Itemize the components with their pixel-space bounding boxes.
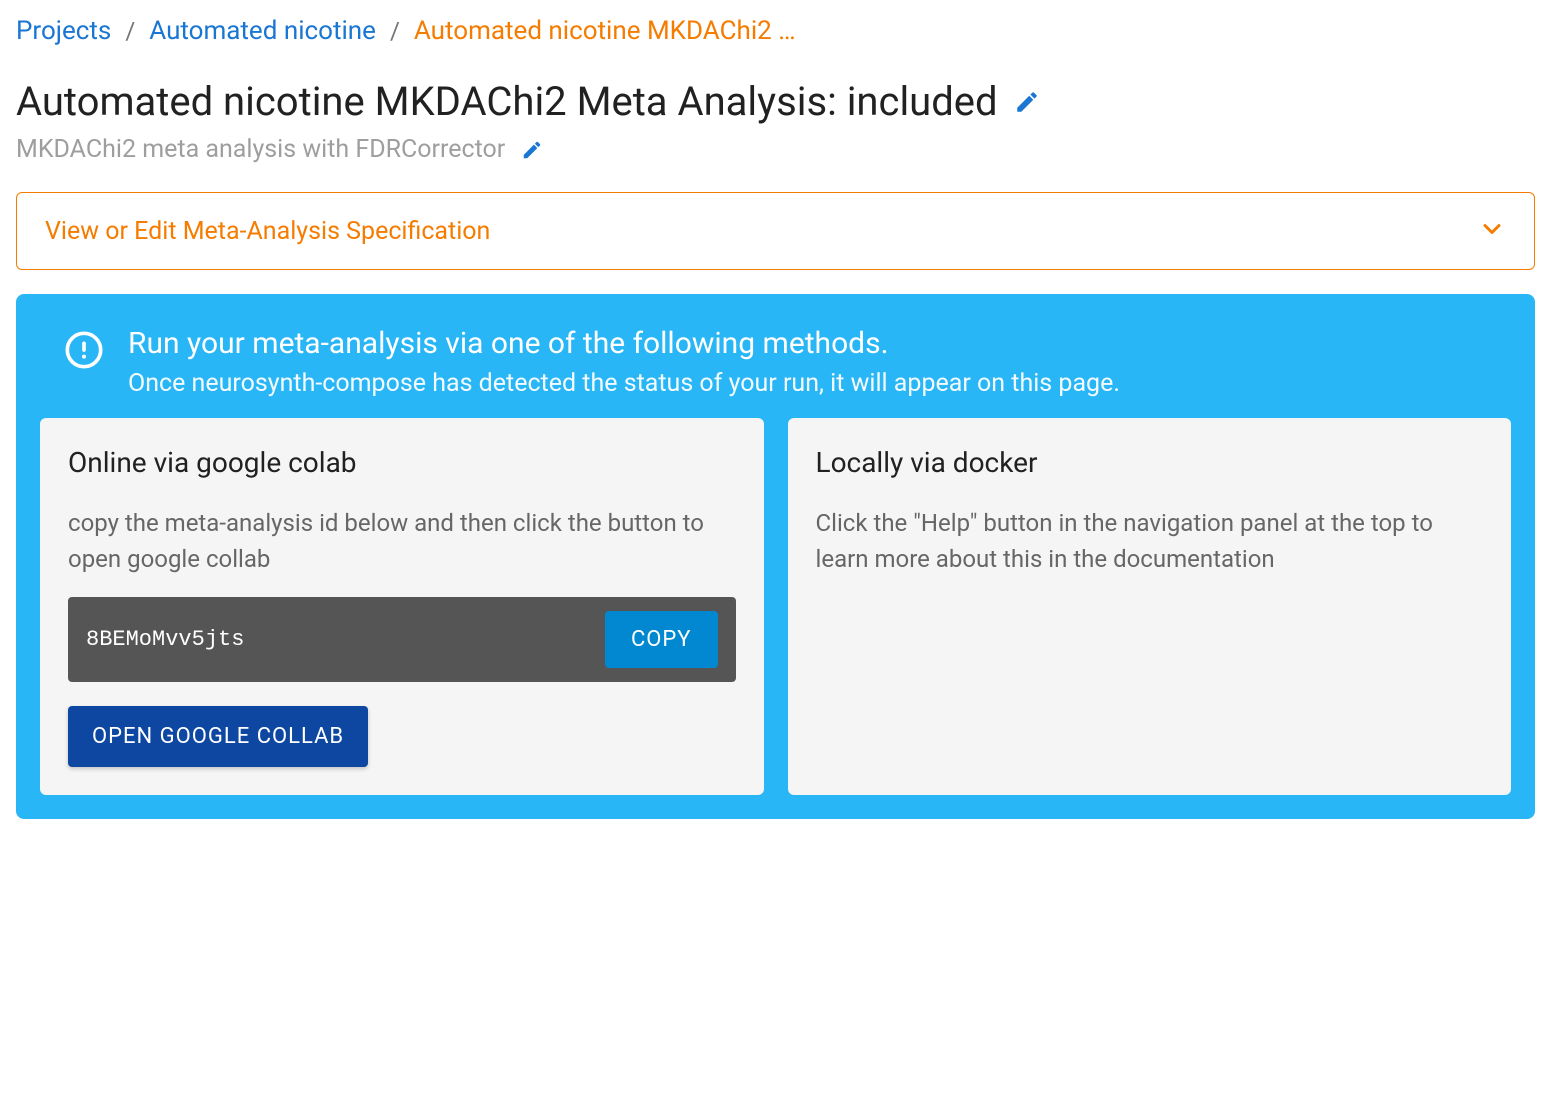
docker-card: Locally via docker Click the "Help" butt…	[788, 418, 1512, 795]
info-text: Run your meta-analysis via one of the fo…	[128, 326, 1120, 398]
info-header: Run your meta-analysis via one of the fo…	[40, 318, 1511, 418]
info-title: Run your meta-analysis via one of the fo…	[128, 326, 1120, 361]
meta-analysis-id-block: 8BEMoMvv5jts COPY	[68, 597, 736, 682]
docker-card-title: Locally via docker	[816, 446, 1484, 479]
docker-card-text: Click the "Help" button in the navigatio…	[816, 505, 1484, 577]
cards-row: Online via google colab copy the meta-an…	[40, 418, 1511, 795]
breadcrumb: Projects / Automated nicotine / Automate…	[16, 16, 1535, 46]
edit-subtitle-icon[interactable]	[521, 139, 543, 161]
edit-title-icon[interactable]	[1014, 89, 1040, 115]
page-subtitle: MKDAChi2 meta analysis with FDRCorrector	[16, 135, 505, 164]
title-row: Automated nicotine MKDAChi2 Meta Analysi…	[16, 78, 1535, 125]
breadcrumb-current: Automated nicotine MKDAChi2 …	[414, 16, 796, 46]
info-subtitle: Once neurosynth-compose has detected the…	[128, 369, 1120, 398]
breadcrumb-separator: /	[125, 17, 135, 45]
colab-card-title: Online via google colab	[68, 446, 736, 479]
breadcrumb-separator: /	[390, 17, 400, 45]
run-info-panel: Run your meta-analysis via one of the fo…	[16, 294, 1535, 819]
specification-accordion[interactable]: View or Edit Meta-Analysis Specification	[16, 192, 1535, 270]
breadcrumb-link-project[interactable]: Automated nicotine	[149, 16, 376, 46]
copy-button[interactable]: COPY	[605, 611, 718, 668]
page-title: Automated nicotine MKDAChi2 Meta Analysi…	[16, 78, 998, 125]
chevron-down-icon	[1478, 215, 1506, 247]
open-google-collab-button[interactable]: OPEN GOOGLE COLLAB	[68, 706, 368, 767]
breadcrumb-link-projects[interactable]: Projects	[16, 16, 111, 46]
colab-card: Online via google colab copy the meta-an…	[40, 418, 764, 795]
meta-analysis-id: 8BEMoMvv5jts	[86, 627, 244, 652]
colab-card-text: copy the meta-analysis id below and then…	[68, 505, 736, 577]
subtitle-row: MKDAChi2 meta analysis with FDRCorrector	[16, 135, 1535, 164]
accordion-label: View or Edit Meta-Analysis Specification	[45, 217, 490, 246]
info-icon	[64, 330, 104, 374]
